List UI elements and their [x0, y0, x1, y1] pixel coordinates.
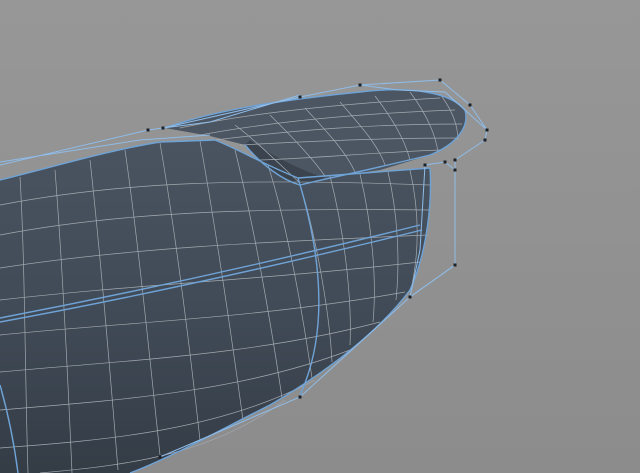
control-point[interactable]	[468, 103, 472, 107]
control-point[interactable]	[453, 158, 457, 162]
control-point[interactable]	[423, 163, 427, 167]
control-point[interactable]	[483, 138, 487, 142]
control-point[interactable]	[453, 168, 457, 172]
modeling-scene[interactable]	[0, 0, 640, 473]
control-point[interactable]	[158, 455, 162, 459]
control-point[interactable]	[298, 395, 302, 399]
control-point[interactable]	[358, 83, 362, 87]
control-point[interactable]	[485, 128, 489, 132]
control-point[interactable]	[453, 263, 457, 267]
control-point[interactable]	[161, 126, 165, 130]
control-point[interactable]	[408, 295, 412, 299]
control-point[interactable]	[443, 160, 447, 164]
control-point[interactable]	[438, 78, 442, 82]
3d-viewport[interactable]	[0, 0, 640, 473]
control-point[interactable]	[298, 95, 302, 99]
control-point[interactable]	[146, 128, 150, 132]
